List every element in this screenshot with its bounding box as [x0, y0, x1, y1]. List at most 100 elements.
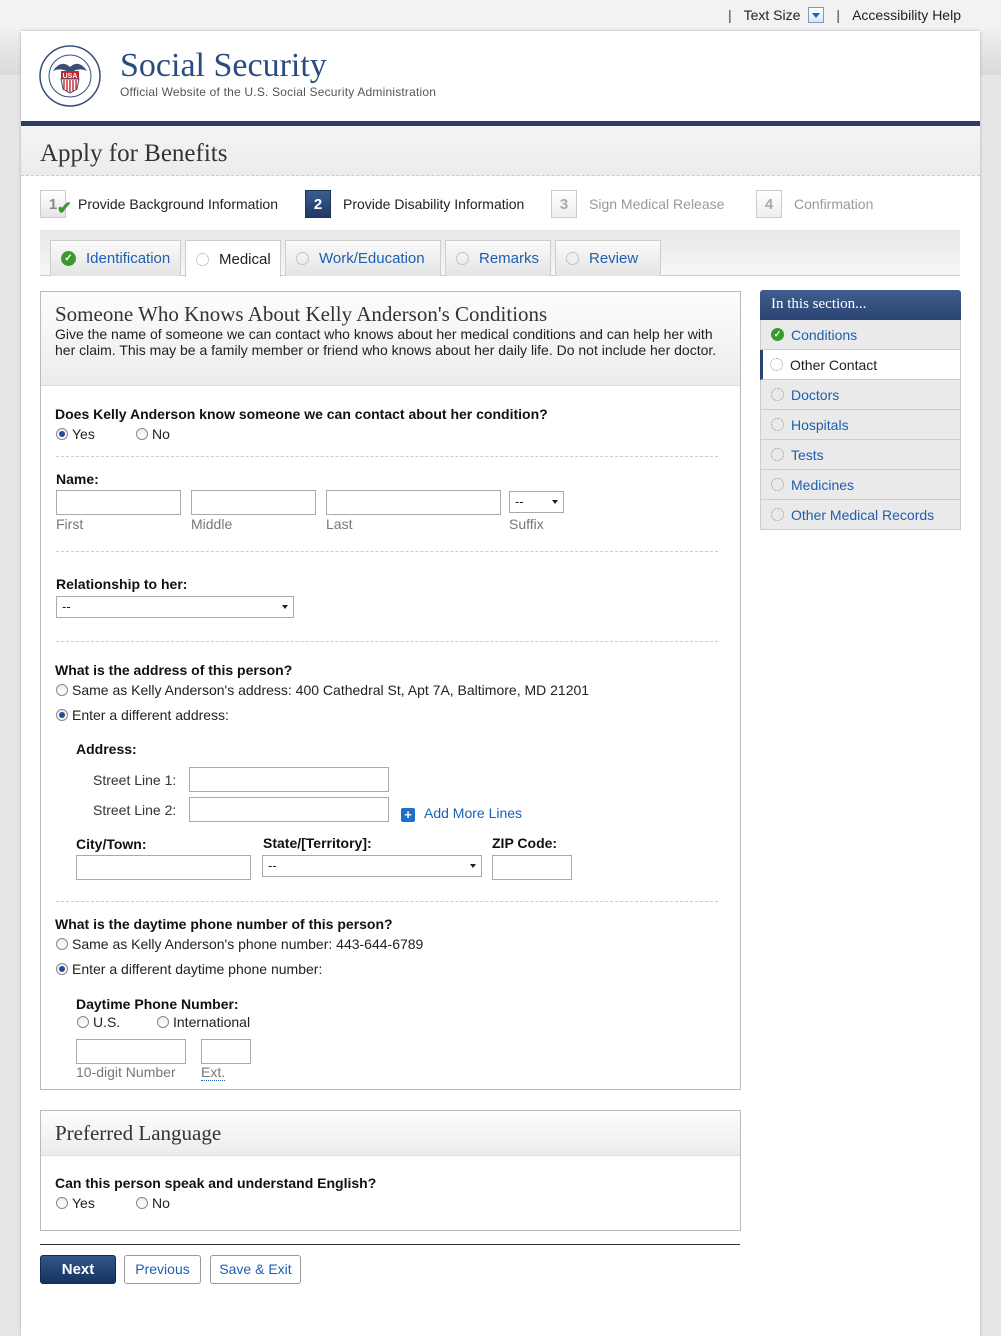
- link-label: Add More Lines: [424, 805, 523, 821]
- phone-ext-input[interactable]: [201, 1039, 251, 1064]
- tab-label: Work/Education: [319, 250, 425, 267]
- sidebar-item-medicines[interactable]: Medicines: [760, 470, 961, 500]
- tab-label: Identification: [86, 250, 171, 267]
- first-name-input[interactable]: [56, 490, 181, 515]
- empty-circle-icon: [456, 252, 469, 265]
- footer-rule: [40, 1244, 740, 1245]
- radio-selected[interactable]: [56, 709, 68, 721]
- page-title-band: Apply for Benefits: [21, 126, 980, 176]
- phone-international-option[interactable]: International: [157, 1014, 250, 1030]
- tab-remarks[interactable]: Remarks: [445, 240, 551, 276]
- address-same-option[interactable]: Same as Kelly Anderson's address: 400 Ca…: [56, 682, 589, 698]
- empty-circle-icon: [566, 252, 579, 265]
- utility-bar: | Text Size | Accessibility Help: [0, 0, 1001, 30]
- text-size-link[interactable]: Text Size: [744, 7, 801, 23]
- relationship-label: Relationship to her:: [56, 576, 188, 592]
- check-circle-icon: ✓: [771, 328, 784, 341]
- english-yes-option[interactable]: Yes: [56, 1195, 95, 1211]
- progress-steps: 1 ✔ Provide Background Information 2 Prov…: [40, 189, 960, 221]
- relationship-select[interactable]: --: [56, 596, 294, 618]
- sidebar-item-label: Other Contact: [790, 356, 878, 373]
- add-more-lines-link[interactable]: + Add More Lines: [401, 805, 522, 822]
- divider: [56, 901, 718, 902]
- page-title: Apply for Benefits: [40, 140, 228, 167]
- sidebar-item-other-medical-records[interactable]: Other Medical Records: [760, 500, 961, 530]
- phone-number-input[interactable]: [76, 1039, 186, 1064]
- know-someone-question: Does Kelly Anderson know someone we can …: [55, 406, 548, 422]
- address-label: Address:: [76, 741, 137, 757]
- ext-label: Ext.: [201, 1064, 226, 1081]
- tab-identification[interactable]: ✓ Identification: [50, 240, 181, 276]
- step-label: Provide Disability Information: [343, 196, 525, 212]
- radio[interactable]: [136, 428, 148, 440]
- site-title[interactable]: Social Security: [120, 47, 327, 85]
- phone-different-option[interactable]: Enter a different daytime phone number:: [56, 961, 322, 977]
- radio-selected[interactable]: [56, 428, 68, 440]
- other-contact-panel: Someone Who Knows About Kelly Anderson's…: [40, 291, 741, 1090]
- sidebar-item-label: Other Medical Records: [791, 506, 935, 523]
- tab-work-education[interactable]: Work/Education: [285, 240, 441, 276]
- sidebar-item-tests[interactable]: Tests: [760, 440, 961, 470]
- save-exit-button[interactable]: Save & Exit: [210, 1255, 301, 1284]
- street-line-2-input[interactable]: [189, 797, 389, 822]
- phone-same-option[interactable]: Same as Kelly Anderson's phone number: 4…: [56, 936, 423, 952]
- sidebar-item-hospitals[interactable]: Hospitals: [760, 410, 961, 440]
- chevron-down-icon[interactable]: [808, 7, 825, 23]
- street-line-2-label: Street Line 2:: [93, 802, 177, 818]
- address-question: What is the address of this person?: [55, 662, 293, 678]
- section-tabs: ✓ Identification Medical Work/Education R…: [40, 230, 960, 277]
- panel-header: Someone Who Knows About Kelly Anderson's…: [41, 292, 740, 386]
- know-yes-option[interactable]: Yes: [56, 426, 95, 442]
- phone-us-option[interactable]: U.S.: [77, 1014, 120, 1030]
- last-name-input[interactable]: [326, 490, 501, 515]
- option-label: Yes: [72, 1195, 95, 1211]
- sidebar-item-label: Medicines: [791, 476, 855, 493]
- sidebar-item-other-contact[interactable]: Other Contact: [760, 350, 961, 380]
- radio[interactable]: [136, 1197, 148, 1209]
- sidebar-item-conditions[interactable]: ✓ Conditions: [760, 320, 961, 350]
- empty-circle-icon: [771, 418, 784, 431]
- radio[interactable]: [56, 1197, 68, 1209]
- tab-review[interactable]: Review: [555, 240, 661, 276]
- section-title: Someone Who Knows About Kelly Anderson's…: [55, 302, 548, 326]
- accessibility-help-link[interactable]: Accessibility Help: [852, 7, 961, 23]
- option-label: No: [152, 426, 170, 442]
- ssa-seal-icon: USA: [39, 45, 101, 107]
- last-label: Last: [326, 516, 353, 532]
- radio-selected[interactable]: [56, 963, 68, 975]
- option-label: Yes: [72, 426, 95, 442]
- zip-input[interactable]: [492, 855, 572, 880]
- step-label: Provide Background Information: [78, 196, 278, 212]
- radio[interactable]: [157, 1016, 169, 1028]
- next-button[interactable]: Next: [40, 1255, 116, 1284]
- tab-label: Review: [589, 250, 639, 267]
- divider: [56, 641, 718, 642]
- check-circle-icon: ✓: [61, 251, 76, 266]
- previous-button[interactable]: Previous: [124, 1255, 201, 1284]
- radio[interactable]: [56, 938, 68, 950]
- name-label: Name:: [56, 471, 99, 487]
- know-no-option[interactable]: No: [136, 426, 170, 442]
- english-no-option[interactable]: No: [136, 1195, 170, 1211]
- panel-header: Preferred Language: [41, 1111, 740, 1156]
- empty-circle-icon: [196, 252, 209, 266]
- radio[interactable]: [56, 684, 68, 696]
- sidebar-item-label: Hospitals: [791, 416, 849, 433]
- site-subtitle: Official Website of the U.S. Social Secu…: [120, 85, 437, 99]
- option-label: Enter a different daytime phone number:: [72, 961, 323, 977]
- state-select[interactable]: --: [262, 855, 482, 877]
- divider: [56, 456, 718, 457]
- step-number: 1 ✔: [40, 190, 72, 218]
- empty-circle-icon: [771, 448, 784, 461]
- tab-label: Remarks: [479, 250, 540, 267]
- tab-medical[interactable]: Medical: [185, 240, 281, 277]
- street-line-1-input[interactable]: [189, 767, 389, 792]
- step-number: 4: [756, 190, 782, 218]
- suffix-select[interactable]: --: [509, 491, 564, 513]
- radio[interactable]: [77, 1016, 89, 1028]
- city-input[interactable]: [76, 855, 251, 880]
- middle-name-input[interactable]: [191, 490, 316, 515]
- address-different-option[interactable]: Enter a different address:: [56, 707, 229, 723]
- step-3: 3 Sign Medical Release: [551, 189, 724, 219]
- sidebar-item-doctors[interactable]: Doctors: [760, 380, 961, 410]
